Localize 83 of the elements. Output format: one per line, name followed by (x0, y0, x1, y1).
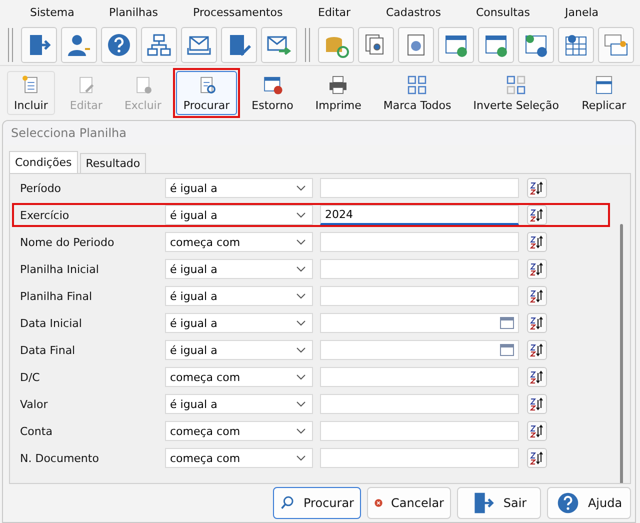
value-field[interactable] (320, 448, 519, 468)
chevron-down-icon (296, 374, 306, 380)
value-field[interactable]: 2024 (320, 205, 519, 225)
sort-icon[interactable] (530, 262, 544, 276)
org-chart-icon[interactable] (146, 32, 172, 58)
value-field[interactable] (320, 394, 519, 414)
value-field[interactable] (320, 367, 519, 387)
toolbar-button[interactable]: Estorno (244, 71, 300, 115)
operator-dropdown[interactable]: começa com (165, 232, 313, 252)
toolbar-button[interactable]: Marca Todos (376, 71, 458, 115)
sort-icon[interactable] (530, 370, 544, 384)
chevron-down-icon (296, 428, 306, 434)
calendar-icon[interactable] (500, 344, 514, 356)
scrollbar-thumb[interactable] (620, 224, 622, 483)
operator-dropdown[interactable]: começa com (165, 421, 313, 441)
field-label: Valor (19, 398, 49, 410)
sort-icon[interactable] (530, 181, 544, 195)
chevron-down-icon (296, 455, 306, 461)
chevron-down-icon (296, 239, 306, 245)
field-label: Planilha Final (19, 290, 94, 302)
value-field[interactable] (320, 313, 519, 333)
dialog-button[interactable]: Ajuda (547, 487, 631, 519)
operator-dropdown[interactable]: é igual a (165, 205, 313, 225)
value-field[interactable] (320, 340, 519, 360)
toolbar-button[interactable]: Procurar (176, 71, 237, 115)
help-icon[interactable] (106, 32, 132, 58)
field-label: Planilha Inicial (19, 262, 100, 276)
field-label: D/C (19, 370, 41, 384)
menu-item[interactable]: Cadastros (386, 6, 476, 19)
field-label: N. Documento (19, 452, 100, 464)
menu-item[interactable]: Janela (565, 6, 625, 19)
menu-item[interactable]: Sistema (30, 6, 109, 19)
field-label: Período (19, 182, 62, 194)
dialog-button[interactable]: Procurar (273, 487, 361, 519)
toolbar-button[interactable]: Inverte Seleção (466, 71, 566, 115)
value-field[interactable] (320, 421, 519, 441)
field-label: Nome do Periodo (19, 236, 116, 248)
sort-icon[interactable] (530, 235, 544, 249)
sort-icon[interactable] (530, 451, 544, 465)
chevron-down-icon (296, 212, 306, 218)
windows-icon[interactable] (603, 32, 629, 58)
menu-item[interactable]: Editar (318, 6, 386, 19)
sort-icon[interactable] (530, 397, 544, 411)
chevron-down-icon (296, 266, 306, 272)
field-label: Data Inicial (19, 316, 83, 330)
toolbar-button[interactable]: Incluir (7, 71, 55, 115)
value-field[interactable] (320, 286, 519, 306)
dialog-button[interactable]: Sair (457, 487, 541, 519)
operator-dropdown[interactable]: é igual a (165, 286, 313, 306)
operator-dropdown[interactable]: começa com (165, 448, 313, 468)
chevron-down-icon (296, 320, 306, 326)
field-label: Data Final (19, 344, 76, 356)
sort-icon[interactable] (530, 343, 544, 357)
tab[interactable]: Condições (9, 151, 78, 173)
operator-dropdown[interactable]: é igual a (165, 178, 313, 198)
operator-dropdown[interactable]: começa com (165, 367, 313, 387)
calendar-icon[interactable] (500, 317, 514, 329)
chevron-down-icon (296, 293, 306, 299)
operator-dropdown[interactable]: é igual a (165, 340, 313, 360)
sort-icon[interactable] (530, 208, 544, 222)
help-icon (556, 491, 580, 515)
field-label: Exercício (19, 208, 70, 222)
chevron-down-icon (296, 185, 306, 191)
user-key-icon[interactable] (66, 32, 92, 58)
menu-item[interactable]: Processamentos (193, 6, 318, 19)
menu-item[interactable]: Consultas (476, 6, 565, 19)
value-field[interactable] (320, 232, 519, 252)
sort-icon[interactable] (530, 289, 544, 303)
operator-dropdown[interactable]: é igual a (165, 394, 313, 414)
sort-icon[interactable] (530, 424, 544, 438)
dialog-button[interactable]: Cancelar (367, 487, 451, 519)
field-label: Conta (19, 424, 54, 438)
value-field[interactable] (320, 178, 519, 198)
operator-dropdown[interactable]: é igual a (165, 313, 313, 333)
chevron-down-icon (296, 401, 306, 407)
value-field[interactable] (320, 259, 519, 279)
menu-item[interactable]: Planilhas (109, 6, 193, 19)
toolbar-button[interactable]: Imprime (308, 71, 368, 115)
operator-dropdown[interactable]: é igual a (165, 259, 313, 279)
tab[interactable]: Resultado (80, 153, 146, 173)
sort-icon[interactable] (530, 316, 544, 330)
chevron-down-icon (296, 347, 306, 353)
toolbar-button[interactable]: Replicar (574, 71, 634, 115)
